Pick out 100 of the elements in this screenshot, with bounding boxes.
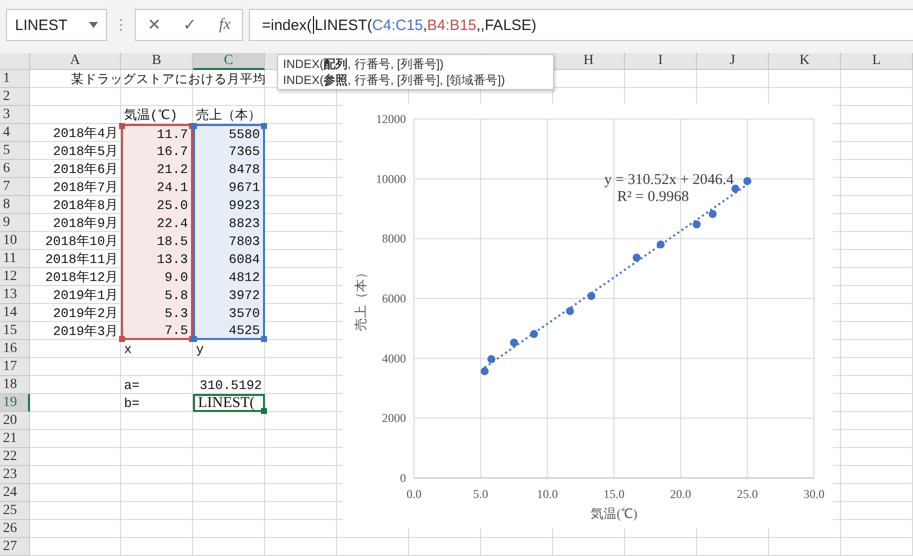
axis-tick-label: 10000 [376, 172, 406, 186]
syntax-hint: INDEX(配列, 行番号, [列番号]) [283, 56, 444, 72]
table-cell[interactable]: y [193, 340, 265, 358]
table-cell[interactable]: 売上（本） [193, 106, 265, 124]
table-cell[interactable]: 2018年11月 [30, 250, 121, 268]
table-cell[interactable]: 11.7 [121, 124, 193, 142]
table-cell[interactable]: 2018年7月 [30, 178, 121, 196]
row-header[interactable]: 4 [0, 124, 30, 142]
row-header[interactable]: 15 [0, 322, 30, 340]
column-header[interactable]: J [697, 53, 769, 70]
table-cell[interactable]: 2018年12月 [30, 268, 121, 286]
column-header[interactable]: B [121, 53, 193, 70]
row-header[interactable]: 12 [0, 268, 30, 286]
row-header[interactable]: 5 [0, 142, 30, 160]
select-all-corner[interactable] [0, 53, 30, 70]
table-cell[interactable]: 13.3 [121, 250, 193, 268]
table-cell[interactable]: 2018年6月 [30, 160, 121, 178]
syntax-hint: INDEX(参照, 行番号, [列番号], [領域番号]) [283, 72, 506, 88]
table-cell[interactable]: 9923 [193, 196, 265, 214]
axis-tick-label: 4000 [382, 351, 406, 366]
table-cell[interactable]: 6084 [193, 250, 265, 268]
enter-button[interactable]: ✓ [179, 15, 200, 35]
row-header[interactable]: 1 [0, 70, 30, 88]
table-cell[interactable]: 5580 [193, 124, 265, 142]
table-cell[interactable]: 5.3 [121, 304, 193, 322]
row-header[interactable]: 20 [0, 412, 30, 430]
axis-tick-label: 20.0 [670, 487, 692, 501]
axis-tick-label: 6000 [382, 292, 406, 306]
row-header[interactable]: 27 [0, 538, 30, 556]
table-cell[interactable]: 310.5192 [193, 376, 265, 394]
row-header[interactable]: 13 [0, 286, 30, 304]
table-cell[interactable]: 8823 [193, 214, 265, 232]
active-cell[interactable]: LINEST( [193, 394, 265, 412]
column-header[interactable]: A [30, 53, 121, 70]
column-header[interactable]: I [625, 53, 697, 70]
table-cell[interactable]: 7803 [193, 232, 265, 250]
table-cell[interactable]: 16.7 [121, 142, 193, 160]
table-cell[interactable]: 3972 [193, 286, 265, 304]
row-header[interactable]: 24 [0, 484, 30, 502]
row-header[interactable]: 17 [0, 358, 30, 376]
row-header[interactable]: 21 [0, 430, 30, 448]
table-cell[interactable]: 2019年2月 [30, 304, 121, 322]
table-cell[interactable]: 3570 [193, 304, 265, 322]
table-cell[interactable]: 5.8 [121, 286, 193, 304]
table-cell[interactable]: 某ドラッグストアにおける月平均 [30, 70, 265, 88]
table-cell[interactable]: 気温(℃) [121, 106, 193, 124]
grip-icon [119, 18, 123, 32]
row-header[interactable]: 10 [0, 232, 30, 250]
row-header[interactable]: 8 [0, 196, 30, 214]
row-header[interactable]: 26 [0, 520, 30, 538]
table-cell[interactable]: 21.2 [121, 160, 193, 178]
table-cell[interactable]: 9671 [193, 178, 265, 196]
column-header[interactable]: K [769, 53, 841, 70]
row-header[interactable]: 2 [0, 88, 30, 106]
row-header[interactable]: 6 [0, 160, 30, 178]
table-cell[interactable]: 2018年10月 [30, 232, 121, 250]
column-header[interactable]: C [193, 53, 265, 70]
axis-tick-label: 5.0 [473, 487, 488, 501]
formula-input[interactable]: =index( LINEST(C4:C15,B4:B15,,FALSE) [249, 9, 913, 41]
table-cell[interactable]: 2018年8月 [30, 196, 121, 214]
row-header[interactable]: 19 [0, 394, 30, 412]
axis-tick-label: 8000 [382, 232, 406, 246]
row-header[interactable]: 11 [0, 250, 30, 268]
row-header[interactable]: 22 [0, 448, 30, 466]
column-header[interactable]: L [841, 53, 913, 70]
cancel-button[interactable]: ✕ [143, 15, 164, 35]
insert-function-button[interactable]: fx [215, 16, 235, 34]
table-cell[interactable]: b= [121, 394, 193, 412]
axis-tick-label: 12000 [376, 112, 406, 126]
row-header[interactable]: 18 [0, 376, 30, 394]
axis-tick-label: 25.0 [736, 487, 758, 501]
table-cell[interactable]: a= [121, 376, 193, 394]
table-cell[interactable]: 7.5 [121, 322, 193, 340]
axis-tick-label: 15.0 [604, 487, 624, 501]
table-cell[interactable]: 8478 [193, 160, 265, 178]
table-cell[interactable]: 2019年3月 [30, 322, 121, 340]
table-cell[interactable]: 7365 [193, 142, 265, 160]
trendline-equation: R² = 0.9968 [617, 189, 689, 205]
column-header[interactable]: H [553, 53, 625, 70]
table-cell[interactable]: 4525 [193, 322, 265, 340]
table-cell[interactable]: 22.4 [121, 214, 193, 232]
table-cell[interactable]: 18.5 [121, 232, 193, 250]
table-cell[interactable]: 24.1 [121, 178, 193, 196]
table-cell[interactable]: x [121, 340, 193, 358]
row-header[interactable]: 23 [0, 466, 30, 484]
row-header[interactable]: 9 [0, 214, 30, 232]
table-cell[interactable]: 2018年4月 [30, 124, 121, 142]
table-cell[interactable]: 2018年5月 [30, 142, 121, 160]
row-header[interactable]: 16 [0, 340, 30, 358]
row-header[interactable]: 25 [0, 502, 30, 520]
axis-tick-label: 0.0 [406, 487, 422, 501]
row-header[interactable]: 7 [0, 178, 30, 196]
table-cell[interactable]: 4812 [193, 268, 265, 286]
table-cell[interactable]: 2019年1月 [30, 286, 121, 304]
name-box[interactable]: LINEST [6, 9, 107, 41]
row-header[interactable]: 14 [0, 304, 30, 322]
table-cell[interactable]: 25.0 [121, 196, 193, 214]
table-cell[interactable]: 2018年9月 [30, 214, 121, 232]
row-header[interactable]: 3 [0, 106, 30, 124]
table-cell[interactable]: 9.0 [121, 268, 193, 286]
